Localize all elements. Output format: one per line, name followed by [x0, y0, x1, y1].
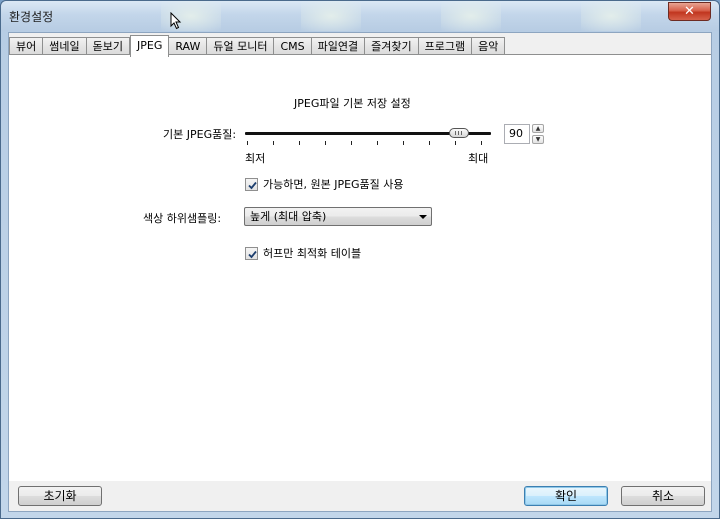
slider-tick [481, 141, 482, 145]
tab-jpeg[interactable]: JPEG [130, 35, 170, 57]
spin-down-icon[interactable]: ▼ [532, 135, 544, 144]
slider-tick [325, 141, 326, 145]
subsampling-select[interactable]: 높게 (최대 압축) [244, 207, 432, 226]
quality-slider-thumb[interactable] [449, 128, 469, 138]
ok-button[interactable]: 확인 [524, 486, 608, 506]
preferences-window: 환경설정 ✕ 뷰어 썸네일 돋보기 JPEG RAW 듀얼 모니터 CMS 파일… [0, 0, 720, 519]
window-title: 환경설정 [9, 10, 54, 24]
quality-max-label: 최대 [468, 152, 489, 165]
huffman-label: 허프만 최적화 테이블 [263, 247, 362, 260]
subsampling-label: 색상 하위샘플링: [143, 212, 222, 225]
slider-tick [299, 141, 300, 145]
title-bar[interactable]: 환경설정 ✕ [1, 1, 719, 31]
quality-value-input[interactable]: 90 [504, 124, 530, 144]
slider-tick [403, 141, 404, 145]
mouse-cursor-icon [170, 12, 182, 30]
spin-up-icon[interactable]: ▲ [532, 124, 544, 133]
huffman-checkbox[interactable] [245, 246, 258, 260]
slider-tick [273, 141, 274, 145]
titlebar-glass-reflection [441, 1, 501, 31]
use-original-quality-checkbox[interactable] [245, 177, 258, 191]
slider-tick [247, 141, 248, 145]
titlebar-glass-reflection [301, 1, 361, 31]
section-title: JPEG파일 기본 저장 설정 [294, 97, 411, 110]
slider-tick [351, 141, 352, 145]
checkmark-icon [248, 181, 257, 189]
titlebar-glass-reflection [581, 1, 641, 31]
slider-tick [377, 141, 378, 145]
checkmark-icon [248, 250, 257, 258]
chevron-down-icon [419, 215, 427, 219]
close-icon: ✕ [684, 4, 695, 19]
use-original-quality-label: 가능하면, 원본 JPEG품질 사용 [263, 178, 404, 191]
subsampling-selected-value: 높게 (최대 압축) [250, 210, 327, 223]
cancel-button[interactable]: 취소 [621, 486, 705, 506]
quality-min-label: 최저 [245, 152, 266, 165]
quality-label: 기본 JPEG품질: [163, 128, 237, 141]
use-original-quality-option[interactable]: 가능하면, 원본 JPEG품질 사용 [245, 176, 404, 192]
huffman-option[interactable]: 허프만 최적화 테이블 [245, 245, 361, 261]
dialog-body: 뷰어 썸네일 돋보기 JPEG RAW 듀얼 모니터 CMS 파일연결 즐겨찾기… [8, 32, 712, 512]
slider-tick [455, 141, 456, 145]
reset-button[interactable]: 초기화 [18, 486, 102, 506]
jpeg-tab-panel: JPEG파일 기본 저장 설정 기본 JPEG품질: 최저 최대 90 ▲ ▼ [9, 54, 711, 481]
tab-strip: 뷰어 썸네일 돋보기 JPEG RAW 듀얼 모니터 CMS 파일연결 즐겨찾기… [9, 35, 506, 57]
close-button[interactable]: ✕ [668, 2, 711, 21]
slider-tick [429, 141, 430, 145]
